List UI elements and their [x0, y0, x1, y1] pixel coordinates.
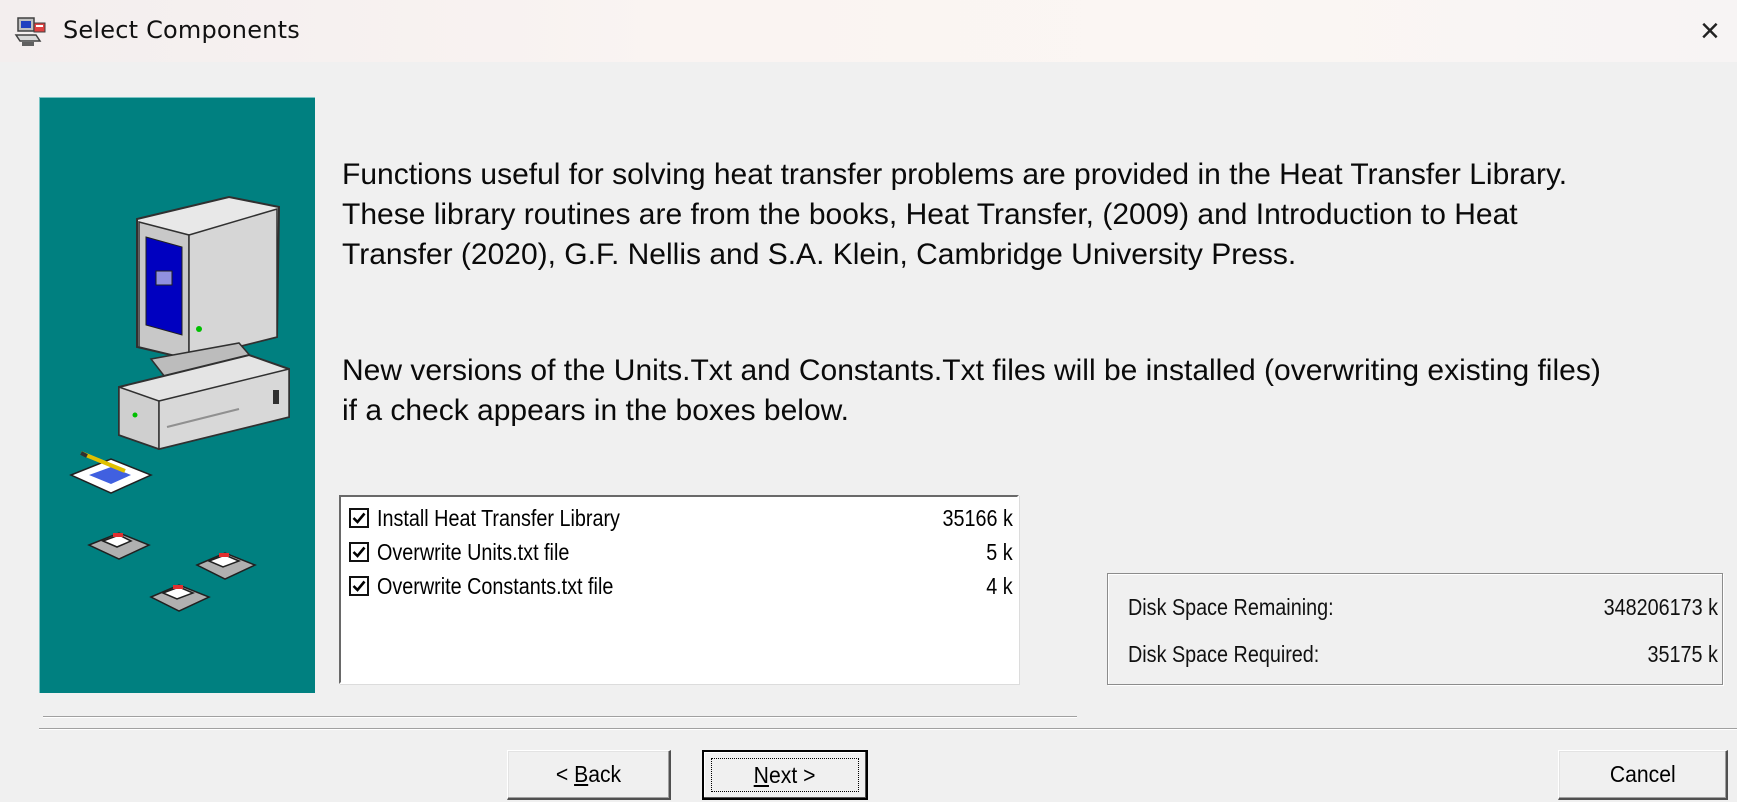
- component-label: Overwrite Constants.txt file: [377, 573, 614, 599]
- disk-space-remaining-value: 348206173 k: [1603, 594, 1718, 620]
- back-button[interactable]: < Back: [507, 750, 671, 800]
- checkbox-overwrite-constants[interactable]: [349, 576, 369, 596]
- component-size: 4 k: [986, 573, 1013, 599]
- separator-line: [43, 716, 1077, 718]
- back-button-rest: ack: [588, 761, 622, 787]
- back-button-mnemonic: B: [574, 761, 589, 787]
- computer-with-disks-illustration: [69, 195, 290, 612]
- cancel-button-label: Cancel: [1609, 761, 1676, 787]
- component-install-heat-transfer-library[interactable]: Install Heat Transfer Library 35166 k: [349, 502, 1013, 536]
- cancel-button[interactable]: Cancel: [1558, 750, 1728, 800]
- side-illustration-panel: [39, 97, 315, 693]
- checkbox-overwrite-units[interactable]: [349, 542, 369, 562]
- disk-space-remaining-label: Disk Space Remaining:: [1128, 594, 1334, 620]
- next-button-mnemonic: N: [754, 762, 770, 788]
- select-components-dialog: Select Components × Functions useful for…: [0, 0, 1737, 802]
- component-label: Install Heat Transfer Library: [377, 505, 620, 531]
- description-text: Functions useful for solving heat transf…: [342, 115, 1737, 471]
- disk-space-panel: Disk Space Remaining: 348206173 k Disk S…: [1107, 573, 1723, 685]
- component-size: 5 k: [986, 539, 1013, 565]
- close-button[interactable]: ×: [1700, 8, 1737, 54]
- button-area-separator: [39, 728, 1737, 730]
- component-overwrite-units[interactable]: Overwrite Units.txt file 5 k: [349, 536, 1013, 570]
- disk-space-remaining-row: Disk Space Remaining: 348206173 k: [1128, 594, 1718, 624]
- component-label: Overwrite Units.txt file: [377, 539, 570, 565]
- component-overwrite-constants[interactable]: Overwrite Constants.txt file 4 k: [349, 570, 1013, 604]
- check-mark-icon: [352, 546, 366, 558]
- next-button-rest: ext >: [769, 762, 816, 788]
- component-size: 35166 k: [942, 505, 1013, 531]
- check-mark-icon: [352, 580, 366, 592]
- disk-space-required-row: Disk Space Required: 35175 k: [1128, 641, 1718, 671]
- check-mark-icon: [352, 512, 366, 524]
- disk-space-required-value: 35175 k: [1647, 641, 1718, 667]
- components-list[interactable]: Install Heat Transfer Library 35166 k Ov…: [339, 495, 1019, 684]
- disk-space-required-label: Disk Space Required:: [1128, 641, 1320, 667]
- next-button[interactable]: Next >: [702, 750, 868, 800]
- description-paragraph-2: New versions of the Units.Txt and Consta…: [342, 354, 1601, 427]
- back-button-prefix: <: [555, 761, 575, 787]
- window-title: Select Components: [63, 16, 300, 44]
- title-bar[interactable]: Select Components ×: [0, 0, 1737, 62]
- setup-computer-icon: [14, 17, 46, 46]
- checkbox-install-heat-transfer-library[interactable]: [349, 508, 369, 528]
- description-paragraph-1: Functions useful for solving heat transf…: [342, 158, 1568, 271]
